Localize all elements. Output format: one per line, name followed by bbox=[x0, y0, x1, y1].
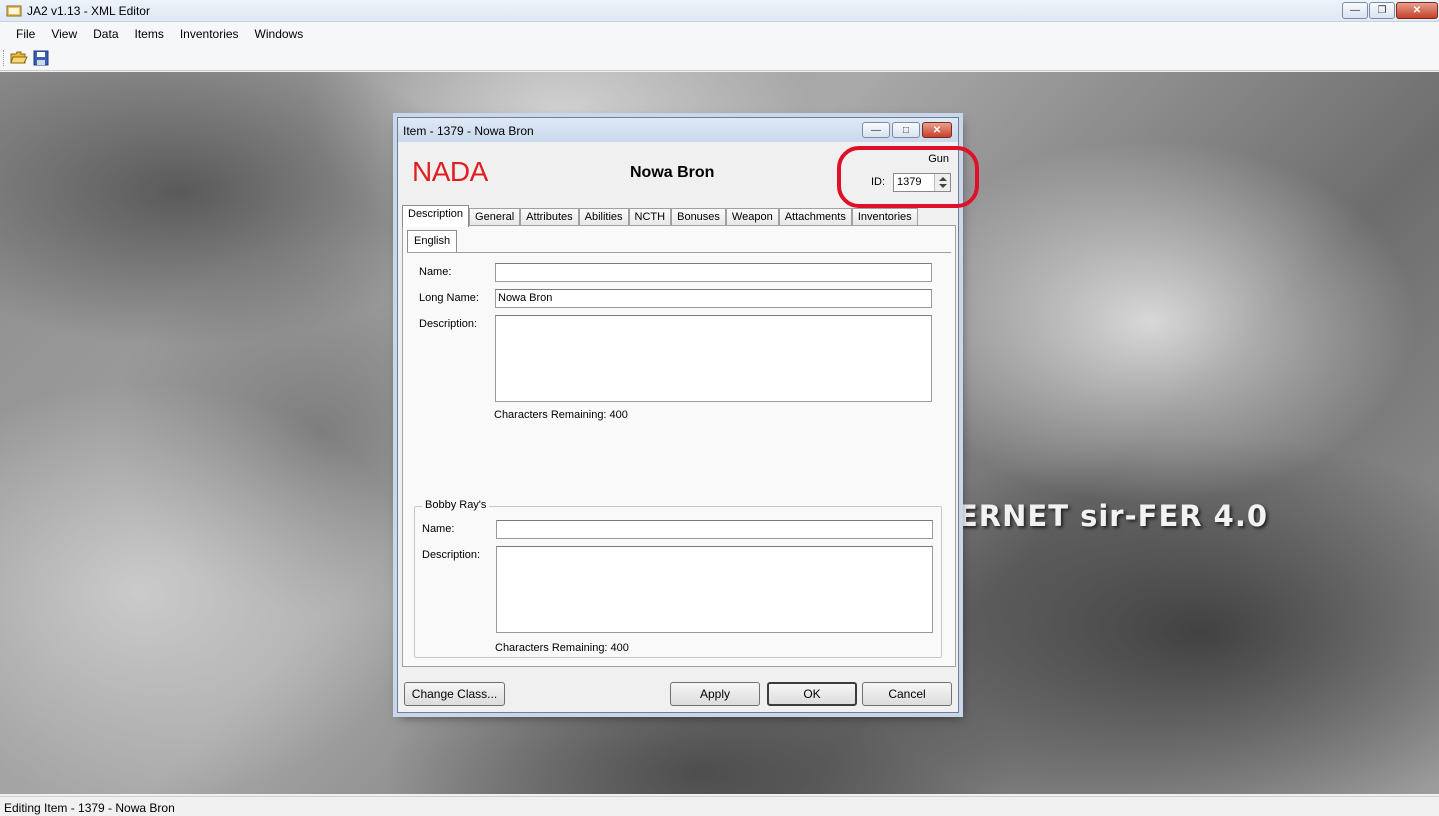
tab-abilities[interactable]: Abilities bbox=[578, 208, 629, 226]
menu-items[interactable]: Items bbox=[127, 27, 172, 41]
dialog-title-bar: Item - 1379 - Nowa Bron — □ ✕ bbox=[398, 118, 958, 142]
toolbar-grip bbox=[3, 50, 5, 66]
tab-description[interactable]: Description bbox=[402, 205, 470, 227]
minimize-icon: — bbox=[871, 124, 881, 136]
open-folder-icon[interactable] bbox=[10, 50, 28, 66]
item-name-heading: Nowa Bron bbox=[630, 164, 715, 181]
menu-windows[interactable]: Windows bbox=[247, 27, 312, 41]
bobby-name-field[interactable] bbox=[496, 520, 933, 539]
bobby-description-field[interactable] bbox=[496, 546, 933, 633]
restore-icon: ❐ bbox=[1377, 5, 1387, 16]
menu-inventories[interactable]: Inventories bbox=[172, 27, 247, 41]
tab-inventories[interactable]: Inventories bbox=[851, 208, 918, 226]
dialog-title: Item - 1379 - Nowa Bron bbox=[403, 124, 534, 138]
menu-file[interactable]: File bbox=[8, 27, 43, 41]
tab-weapon[interactable]: Weapon bbox=[725, 208, 779, 226]
apply-button[interactable]: Apply bbox=[670, 682, 760, 706]
close-icon: ✕ bbox=[1412, 5, 1422, 16]
item-class-logo: NADA bbox=[412, 156, 488, 187]
minimize-icon: — bbox=[1350, 5, 1360, 16]
background-logo-text: ERNET sir-FER 4.0 bbox=[958, 499, 1269, 533]
bobby-rays-group-title: Bobby Ray's bbox=[422, 499, 490, 511]
cancel-button[interactable]: Cancel bbox=[862, 682, 952, 706]
tab-ncth[interactable]: NCTH bbox=[628, 208, 672, 226]
status-bar: Editing Item - 1379 - Nowa Bron bbox=[0, 796, 1439, 816]
name-label: Name: bbox=[419, 266, 452, 278]
bobby-description-label: Description: bbox=[422, 549, 481, 561]
tab-attachments[interactable]: Attachments bbox=[778, 208, 852, 226]
main-title-bar: JA2 v1.13 - XML Editor — ❐ ✕ bbox=[0, 0, 1439, 22]
description-tab-panel: English Name: Long Name: Nowa Bron Descr… bbox=[402, 225, 956, 667]
window-title: JA2 v1.13 - XML Editor bbox=[27, 4, 150, 18]
long-name-label: Long Name: bbox=[419, 292, 479, 304]
long-name-field[interactable]: Nowa Bron bbox=[495, 289, 932, 308]
dialog-minimize-button[interactable]: — bbox=[862, 122, 890, 138]
restore-button[interactable]: ❐ bbox=[1369, 2, 1395, 19]
tab-bonuses[interactable]: Bonuses bbox=[671, 208, 726, 226]
window-controls: — ❐ ✕ bbox=[1342, 2, 1438, 19]
tab-strip: Description General Attributes Abilities… bbox=[402, 204, 918, 227]
status-text: Editing Item - 1379 - Nowa Bron bbox=[4, 801, 175, 815]
name-field[interactable] bbox=[495, 263, 932, 282]
bobby-name-label: Name: bbox=[422, 523, 455, 535]
toolbar bbox=[0, 45, 1439, 71]
ok-button[interactable]: OK bbox=[767, 682, 857, 706]
dialog-maximize-button[interactable]: □ bbox=[892, 122, 920, 138]
dialog-close-button[interactable]: ✕ bbox=[922, 122, 952, 138]
bobby-characters-remaining: Characters Remaining: 400 bbox=[495, 642, 629, 654]
characters-remaining: Characters Remaining: 400 bbox=[494, 409, 628, 421]
tab-general[interactable]: General bbox=[469, 208, 521, 226]
change-class-button[interactable]: Change Class... bbox=[404, 682, 505, 706]
minimize-button[interactable]: — bbox=[1342, 2, 1368, 19]
save-disk-icon[interactable] bbox=[33, 50, 49, 66]
maximize-icon: □ bbox=[902, 124, 910, 136]
language-tab-divider bbox=[407, 252, 951, 253]
menu-data[interactable]: Data bbox=[85, 27, 126, 41]
description-label: Description: bbox=[419, 318, 478, 330]
close-icon: ✕ bbox=[932, 124, 942, 136]
red-highlight-annotation bbox=[837, 146, 979, 208]
tab-english[interactable]: English bbox=[407, 230, 458, 252]
menu-view[interactable]: View bbox=[43, 27, 85, 41]
tab-attributes[interactable]: Attributes bbox=[520, 208, 579, 226]
app-icon bbox=[6, 5, 22, 17]
item-dialog: Item - 1379 - Nowa Bron — □ ✕ NADA Nowa … bbox=[397, 117, 979, 713]
bobby-rays-group: Bobby Ray's Name: Description: Character… bbox=[414, 499, 942, 658]
menu-bar: File View Data Items Inventories Windows bbox=[0, 22, 1439, 45]
description-field[interactable] bbox=[495, 315, 932, 402]
close-button[interactable]: ✕ bbox=[1396, 2, 1438, 19]
dialog-window-controls: — □ ✕ bbox=[862, 122, 952, 138]
